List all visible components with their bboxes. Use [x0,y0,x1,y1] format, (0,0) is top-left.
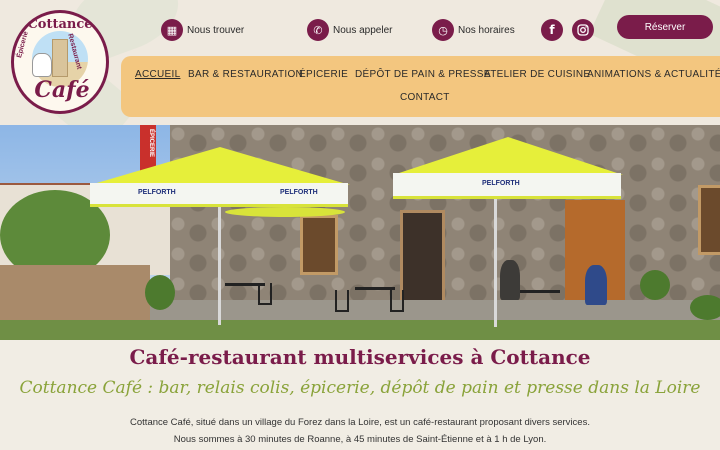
main-nav: ACCUEIL BAR & RESTAURATION ÉPICERIE DÉPÔ… [121,56,720,117]
potted-plant [690,295,720,320]
terrace-table [515,290,560,293]
hours-link[interactable]: ◷ Nos horaires [432,19,515,41]
call-us-label: Nous appeler [333,24,393,36]
nav-item-depot-pain[interactable]: DÉPÔT DE PAIN & PRESSE [355,69,491,80]
page-title: Café-restaurant multiservices à Cottance [129,345,591,369]
logo-goat [32,53,52,77]
calendar-icon: ▦ [161,19,183,41]
instagram-icon[interactable] [572,19,594,41]
logo-name: Cottance [27,17,93,32]
find-us-link[interactable]: ▦ Nous trouver [161,19,244,41]
umbrella-right [393,137,623,175]
window [698,185,720,255]
logo-cafe: Café [34,77,90,103]
hours-label: Nos horaires [458,24,515,36]
facebook-icon[interactable]: f [541,19,563,41]
umbrella-pole [218,205,221,325]
clock-icon: ◷ [432,19,454,41]
terrace-table [355,287,395,290]
page-subtitle: Cottance Café : bar, relais colis, épice… [19,378,701,398]
potted-plant [640,270,670,300]
phone-icon: ✆ [307,19,329,41]
site-header: Cottance Épicerie Restaurant Café ▦ Nous… [0,0,720,125]
person-seated [500,260,520,300]
nav-item-atelier-cuisine[interactable]: ATELIER DE CUISINE [484,69,590,80]
person-seated [585,265,607,305]
potted-plant [145,275,175,310]
umbrella-back [225,207,345,217]
nav-item-contact[interactable]: CONTACT [400,92,450,103]
umbrella-brand: PELFORTH [280,189,318,196]
nav-item-animations[interactable]: ANIMATIONS & ACTUALITÉS [587,69,720,80]
nav-item-epicerie[interactable]: ÉPICERIE [299,69,348,80]
nav-item-accueil[interactable]: ACCUEIL [135,69,180,80]
chair [258,283,272,305]
nav-item-bar-restauration[interactable]: BAR & RESTAURATION [188,69,303,80]
low-stone-wall [0,265,150,325]
logo-tower [52,39,68,77]
umbrella-left [90,147,350,185]
umbrella-pole [494,197,497,327]
chair [335,290,349,312]
logo[interactable]: Cottance Épicerie Restaurant Café [11,10,109,114]
reserve-button[interactable]: Réserver [617,15,713,39]
hero-photo: ÉPICERIE PELFORTH PELFORTH PELFORTH [0,125,720,340]
window [300,215,338,275]
grass [0,320,720,340]
intro-paragraph: Cottance Café, situé dans un village du … [130,417,590,428]
umbrella-brand: PELFORTH [138,189,176,196]
logo-side-left: Épicerie [16,30,30,59]
chair [390,290,404,312]
call-us-link[interactable]: ✆ Nous appeler [307,19,392,41]
find-us-label: Nous trouver [187,24,245,36]
location-paragraph: Nous sommes à 30 minutes de Roanne, à 45… [173,434,547,445]
umbrella-brand: PELFORTH [482,180,520,187]
entrance-door [400,210,445,305]
